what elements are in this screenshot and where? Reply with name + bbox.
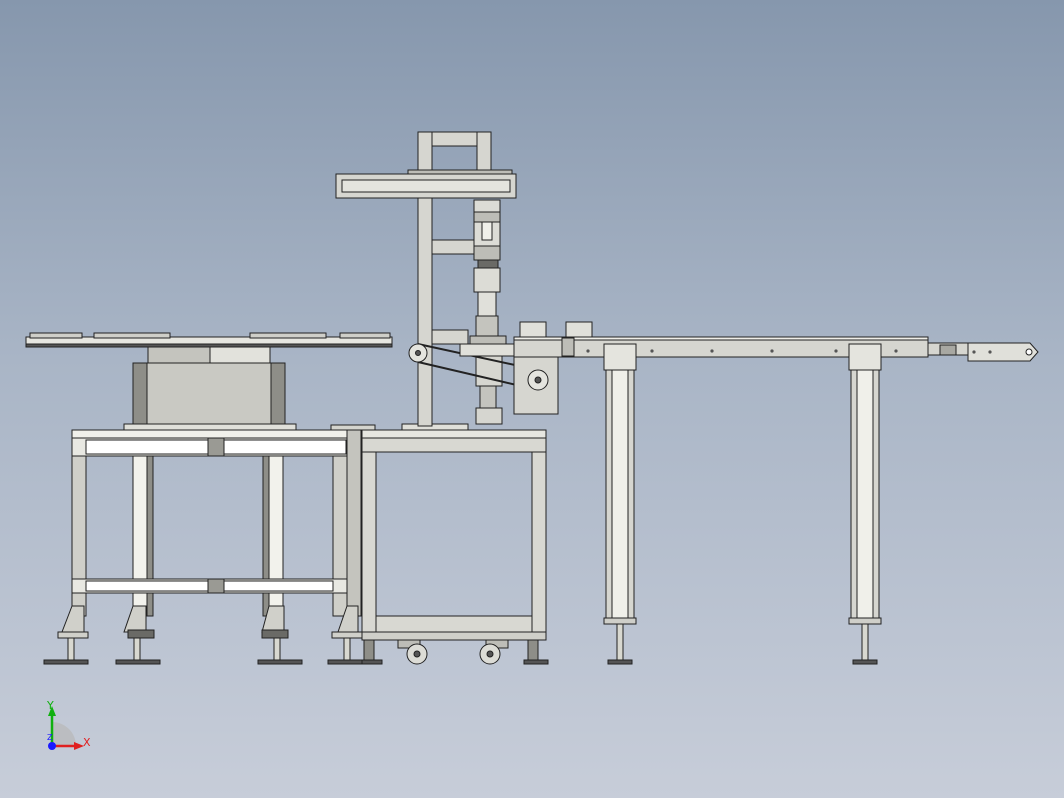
fixture-4 — [339, 332, 391, 339]
indexer-housing — [132, 362, 286, 427]
conveyor-guide-1 — [519, 321, 547, 338]
conveyor[interactable] — [513, 321, 1039, 362]
casters — [361, 639, 549, 665]
fixture-3 — [249, 332, 327, 339]
center-cart[interactable] — [361, 429, 549, 665]
z-axis-label: Z — [47, 733, 53, 742]
conveyor-guide-2 — [565, 321, 593, 338]
fixture-2 — [93, 332, 171, 339]
rotary-table-assembly[interactable] — [25, 332, 393, 434]
leveling-feet — [43, 605, 373, 665]
left-frame — [43, 429, 373, 665]
y-axis-label: Y — [47, 699, 54, 712]
assembly-model[interactable] — [0, 0, 1064, 798]
x-axis-label: X — [83, 736, 91, 749]
press-tower[interactable] — [335, 131, 517, 431]
coordinate-triad — [48, 706, 84, 750]
cad-viewport[interactable]: X Y Z — [0, 0, 1064, 798]
fixture-1 — [29, 332, 83, 339]
conveyor-legs — [603, 343, 882, 665]
